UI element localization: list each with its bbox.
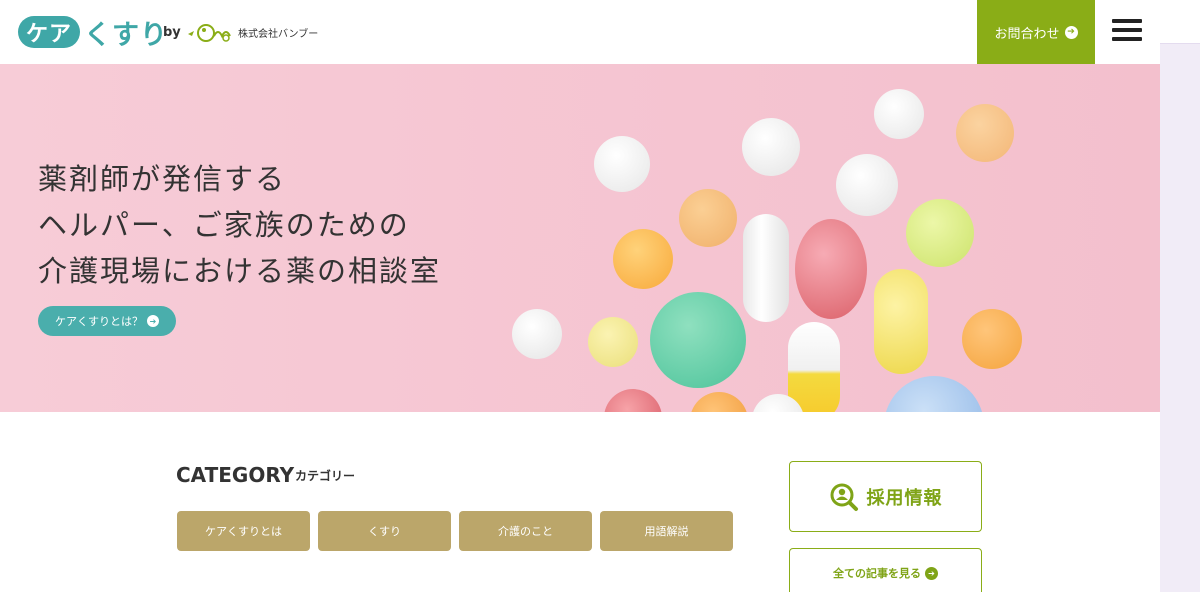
about-label: ケアくすりとは？: [55, 315, 143, 328]
category-button-glossary[interactable]: 用語解説: [600, 511, 733, 551]
bamboo-logo-icon: [188, 24, 231, 42]
all-articles-button[interactable]: 全ての記事を見る ➔: [789, 548, 982, 592]
category-button-medicine[interactable]: くすり: [318, 511, 451, 551]
arrow-circle-icon: ➔: [1064, 25, 1078, 39]
site-header: ケア くすり by 株式会社バンブー お問合わせ ➔: [0, 0, 1160, 64]
search-person-icon: [830, 483, 858, 511]
contact-label: お問合わせ: [994, 26, 1060, 42]
hamburger-menu-icon[interactable]: [1108, 14, 1146, 50]
logo-bubble: ケア: [18, 16, 80, 48]
hero-heading: 薬剤師が発信する ヘルパー、ご家族のための 介護現場における薬の相談室: [38, 156, 441, 294]
logo-by: by: [163, 25, 181, 40]
category-button-care[interactable]: 介護のこと: [459, 511, 592, 551]
company-name: 株式会社バンブー: [238, 29, 319, 40]
hero-line-1: 薬剤師が発信する: [38, 162, 287, 196]
all-articles-label: 全ての記事を見る: [833, 567, 921, 580]
category-subtitle: カテゴリー: [295, 469, 356, 483]
site-logo[interactable]: ケア くすり: [18, 14, 168, 51]
recruit-button[interactable]: 採用情報: [789, 461, 982, 532]
category-button-about[interactable]: ケアくすりとは: [177, 511, 310, 551]
hero-line-2: ヘルパー、ご家族のための: [38, 208, 410, 242]
hero-banner: 薬剤師が発信する ヘルパー、ご家族のための 介護現場における薬の相談室 ケアくす…: [0, 64, 1160, 412]
hero-line-3: 介護現場における薬の相談室: [38, 254, 442, 288]
about-button[interactable]: ケアくすりとは？ ➔: [38, 306, 176, 336]
logo-text: くすり: [84, 19, 168, 51]
arrow-circle-icon: ➔: [925, 566, 938, 580]
category-title: CATEGORY: [176, 463, 295, 487]
recruit-label: 採用情報: [866, 487, 943, 509]
arrow-circle-icon: ➔: [147, 315, 159, 327]
contact-button[interactable]: お問合わせ ➔: [977, 0, 1095, 64]
right-strip-top: [1160, 0, 1200, 44]
right-strip: [1160, 44, 1200, 592]
